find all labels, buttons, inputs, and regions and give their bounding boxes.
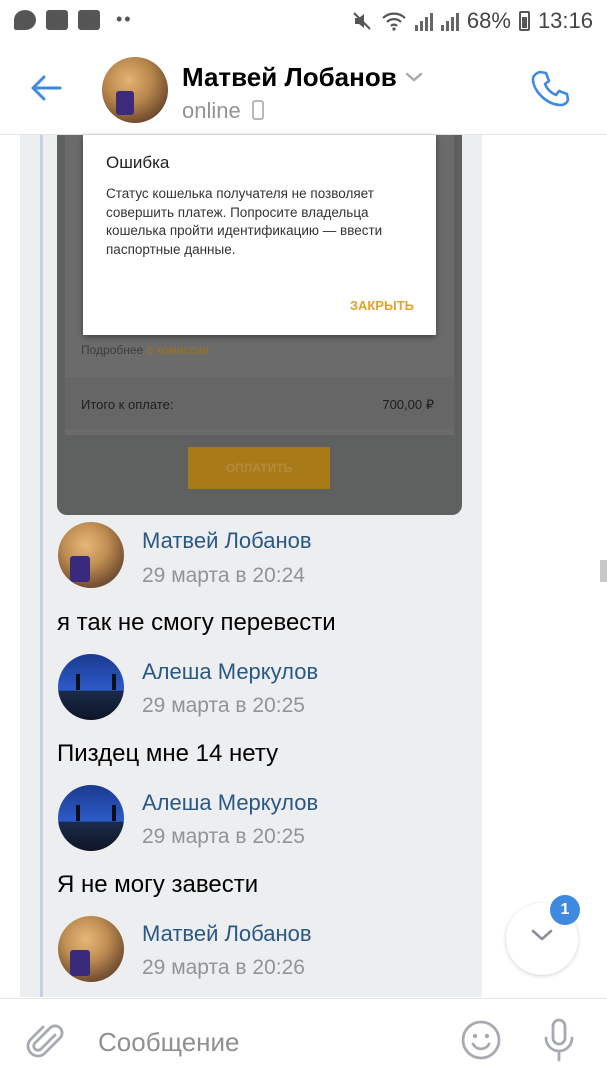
avatar[interactable]	[58, 785, 124, 851]
image-icon	[46, 9, 68, 30]
message-author[interactable]: Алеша Меркулов	[142, 659, 318, 685]
message-text: я так не смогу перевести	[57, 609, 336, 636]
chat-header: Матвей Лобанов online	[0, 42, 607, 135]
avatar[interactable]	[58, 916, 124, 982]
message-author[interactable]: Матвей Лобанов	[142, 921, 312, 947]
message-input[interactable]	[96, 1023, 440, 1061]
phone-icon[interactable]	[527, 66, 575, 110]
dialog-title: Ошибка	[106, 153, 170, 172]
dialog-close-button: ЗАКРЫТЬ	[349, 298, 414, 313]
total-value: 700,00 ₽	[382, 397, 434, 412]
online-status-text: online	[182, 98, 241, 123]
battery-icon	[518, 11, 530, 31]
status-bar: •• 68% 13:16	[0, 0, 607, 42]
message-time: 29 марта в 20:25	[142, 694, 305, 717]
battery-percent: 68%	[466, 8, 511, 33]
system-icons: 68% 13:16	[351, 8, 593, 34]
chevron-down-icon[interactable]	[404, 70, 424, 84]
back-button[interactable]	[28, 70, 68, 106]
total-row: Итого к оплате: 700,00 ₽	[65, 377, 454, 429]
back-arrow-icon	[31, 75, 62, 101]
commission-prefix: Подробнее	[81, 343, 144, 357]
paperclip-icon[interactable]	[26, 1021, 66, 1063]
message-author[interactable]: Матвей Лобанов	[142, 528, 312, 554]
smile-icon[interactable]	[460, 1019, 502, 1061]
message-time: 29 марта в 20:25	[142, 825, 305, 848]
pay-button: ОПЛАТИТЬ	[188, 447, 330, 489]
unread-badge: 1	[550, 895, 580, 925]
signal-icon	[414, 11, 433, 31]
error-dialog: Ошибка Статус кошелька получателя не поз…	[83, 135, 436, 335]
message-icon	[14, 9, 36, 30]
message-composer	[0, 998, 607, 1081]
avatar[interactable]	[58, 654, 124, 720]
chat-title[interactable]: Матвей Лобанов	[182, 62, 397, 93]
message-text: Пиздец мне 14 нету	[57, 740, 279, 767]
commission-info: Подробнее о комиссии	[81, 343, 209, 357]
message-time: 29 марта в 20:26	[142, 956, 305, 979]
scrollbar[interactable]	[600, 560, 607, 582]
total-label: Итого к оплате:	[81, 397, 174, 412]
message-author[interactable]: Алеша Меркулов	[142, 790, 318, 816]
clock: 13:16	[537, 8, 593, 33]
signal-icon-2	[440, 11, 459, 31]
notification-icons: ••	[14, 9, 133, 30]
microphone-icon[interactable]	[542, 1017, 576, 1063]
mute-icon	[353, 12, 371, 30]
wifi-icon	[382, 12, 406, 31]
avatar[interactable]	[58, 522, 124, 588]
avatar[interactable]	[102, 57, 168, 123]
message-text: Я не могу завести	[57, 871, 259, 898]
dialog-body: Статус кошелька получателя не позволяет …	[106, 186, 383, 257]
youtube-icon	[78, 9, 100, 30]
more-dots-icon: ••	[116, 9, 133, 29]
commission-link: о комиссии	[146, 343, 210, 357]
chevron-down-icon	[531, 929, 553, 941]
mobile-icon	[251, 100, 264, 120]
online-status: online	[182, 98, 265, 124]
forwarded-line	[40, 135, 43, 997]
message-time: 29 марта в 20:24	[142, 564, 305, 587]
